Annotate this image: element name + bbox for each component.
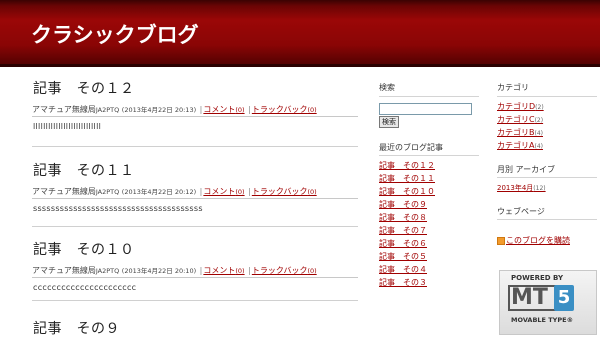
entry-date: (2013年4月22日 20:10)	[121, 267, 197, 275]
entry-title[interactable]: 記事 その１０	[33, 239, 135, 259]
entry-author: アマチュア無線局	[32, 266, 96, 275]
movable-type-badge[interactable]: POWERED BY MT 5 MOVABLE TYPE®	[499, 270, 597, 335]
meta-divider	[32, 198, 358, 199]
recent-entry-link[interactable]: 記事 その３	[379, 277, 427, 288]
webpages-heading: ウェブページ	[497, 207, 545, 216]
recent-entry-link[interactable]: 記事 その１０	[379, 186, 435, 197]
search-heading: 検索	[379, 83, 395, 92]
powered-by-text: POWERED BY	[511, 274, 564, 282]
meta-divider	[32, 277, 358, 278]
search-input[interactable]	[379, 103, 472, 115]
entry-divider	[32, 146, 358, 147]
recent-entry-link[interactable]: 記事 その５	[379, 251, 427, 262]
entry-callsign: JA2PTQ	[95, 188, 120, 196]
version-five-icon: 5	[554, 285, 574, 311]
entry-date: (2013年4月22日 20:12)	[121, 188, 197, 196]
category-link[interactable]: カテゴリD(2)	[497, 101, 544, 112]
widget-divider	[379, 96, 479, 97]
entry-divider	[32, 300, 358, 301]
entry-body: cccccccccccccccccccccc	[33, 283, 137, 292]
entry-body: lllllllllllllllllllllllllll	[33, 122, 102, 131]
recent-entry-link[interactable]: 記事 その１１	[379, 173, 435, 184]
comment-link[interactable]: コメント(0)	[203, 187, 244, 196]
feed-icon	[497, 237, 505, 245]
recent-entry-link[interactable]: 記事 その９	[379, 199, 427, 210]
header-bottom-edge	[0, 64, 600, 67]
entry-meta: アマチュア無線局JA2PTQ (2013年4月22日 20:12) |コメント(…	[32, 187, 317, 196]
entry-title[interactable]: 記事 その９	[33, 318, 120, 338]
search-button[interactable]: 検索	[379, 116, 399, 128]
archives-heading: 月別 アーカイブ	[497, 165, 556, 174]
recent-entry-link[interactable]: 記事 その７	[379, 225, 427, 236]
entry-author: アマチュア無線局	[32, 187, 96, 196]
recent-entry-link[interactable]: 記事 その８	[379, 212, 427, 223]
trackback-link[interactable]: トラックバック(0)	[252, 266, 317, 275]
category-link[interactable]: カテゴリA(4)	[497, 140, 543, 151]
entry-callsign: JA2PTQ	[95, 267, 120, 275]
widget-divider	[497, 219, 597, 220]
subscribe-link[interactable]: このブログを購読	[506, 235, 570, 246]
archive-link[interactable]: 2013年4月(12)	[497, 183, 546, 193]
site-header: クラシックブログ	[0, 0, 600, 67]
entry-callsign: JA2PTQ	[95, 106, 120, 114]
widget-divider	[497, 177, 597, 178]
comment-link[interactable]: コメント(0)	[203, 105, 244, 114]
entry-date: (2013年4月22日 20:13)	[121, 106, 197, 114]
entry-title[interactable]: 記事 その１２	[33, 78, 135, 98]
trackback-link[interactable]: トラックバック(0)	[252, 187, 317, 196]
recent-entry-link[interactable]: 記事 その１２	[379, 160, 435, 171]
entry-body: ssssssssssssssssssssssssssssssssssssss	[33, 204, 203, 213]
site-title[interactable]: クラシックブログ	[31, 19, 199, 49]
recent-entry-link[interactable]: 記事 その４	[379, 264, 427, 275]
comment-link[interactable]: コメント(0)	[203, 266, 244, 275]
category-link[interactable]: カテゴリB(4)	[497, 127, 543, 138]
widget-divider	[497, 96, 597, 97]
meta-divider	[32, 116, 358, 117]
recent-entry-link[interactable]: 記事 その６	[379, 238, 427, 249]
movable-type-text: MOVABLE TYPE®	[511, 316, 574, 324]
entry-author: アマチュア無線局	[32, 105, 96, 114]
mt-logo-text: MT	[511, 285, 548, 310]
entry-divider	[32, 226, 358, 227]
categories-heading: カテゴリ	[497, 83, 529, 92]
category-link[interactable]: カテゴリC(2)	[497, 114, 543, 125]
widget-divider	[379, 155, 479, 156]
trackback-link[interactable]: トラックバック(0)	[252, 105, 317, 114]
entry-title[interactable]: 記事 その１１	[33, 160, 135, 180]
entry-meta: アマチュア無線局JA2PTQ (2013年4月22日 20:10) |コメント(…	[32, 266, 317, 275]
entry-meta: アマチュア無線局JA2PTQ (2013年4月22日 20:13) |コメント(…	[32, 105, 317, 114]
recent-entries-heading: 最近のブログ記事	[379, 143, 443, 152]
